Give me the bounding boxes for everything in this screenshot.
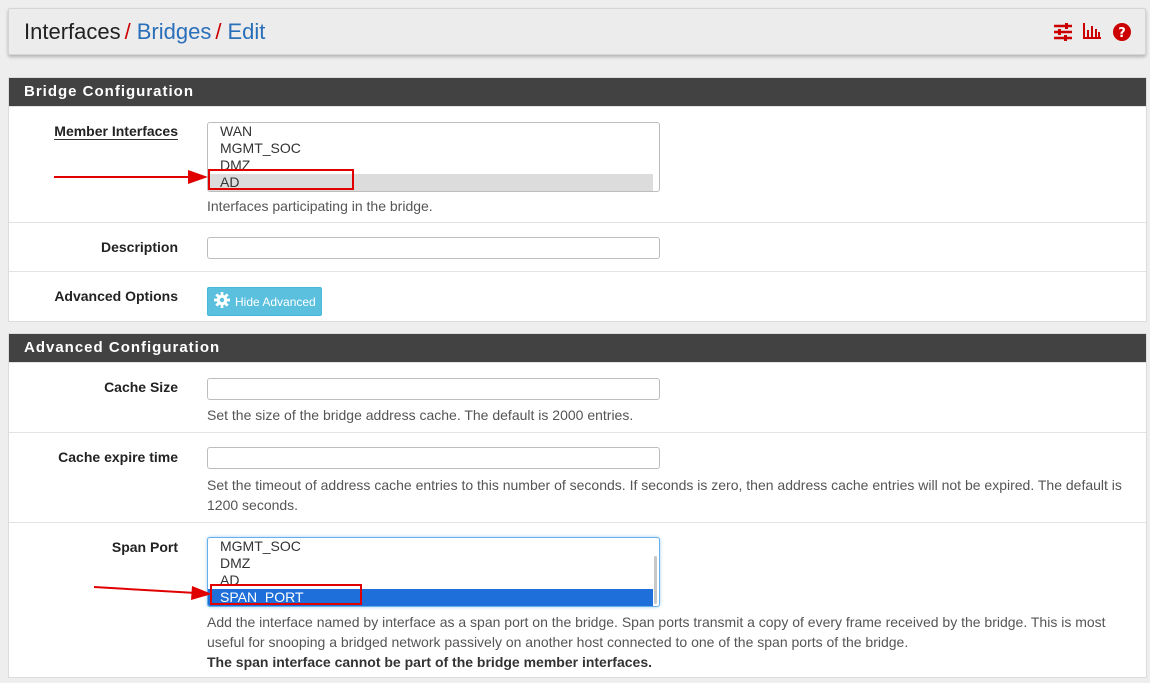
cache-expire-label: Cache expire time: [58, 449, 178, 465]
cache-size-input[interactable]: [207, 378, 660, 400]
annotation-arrow-icon: [54, 170, 208, 184]
advanced-configuration-panel: Advanced Configuration Cache Size Set th…: [8, 333, 1147, 678]
span-option-dmz[interactable]: DMZ: [208, 555, 659, 572]
span-port-row: Span Port MGMT_SOC DMZ AD SPAN_PORT Add …: [9, 522, 1146, 683]
breadcrumb-separator: /: [124, 19, 131, 44]
header-icons: ?: [1053, 23, 1133, 41]
advanced-options-label: Advanced Options: [54, 288, 178, 304]
description-label: Description: [100, 239, 178, 255]
gear-icon: [214, 292, 230, 311]
advanced-options-field: Hide Advanced: [207, 287, 322, 316]
advanced-options-row: Advanced Options Hide Advanced: [9, 271, 1146, 324]
member-option-mgmt-soc[interactable]: MGMT_SOC: [208, 140, 659, 157]
panel-title: Advanced Configuration: [9, 334, 1146, 362]
description-input[interactable]: [207, 237, 660, 259]
bridge-configuration-panel: Bridge Configuration Member Interfaces W…: [8, 77, 1147, 322]
span-port-scrollbar[interactable]: [654, 556, 657, 604]
annotation-highlight-box: [208, 169, 354, 190]
cache-size-row: Cache Size Set the size of the bridge ad…: [9, 362, 1146, 432]
annotation-highlight-box: [210, 584, 362, 605]
description-field: [207, 237, 660, 259]
breadcrumb: Interfaces / Bridges / Edit: [24, 19, 265, 45]
cache-size-help: Set the size of the bridge address cache…: [207, 407, 634, 423]
cache-expire-help: Set the timeout of address cache entries…: [207, 477, 1122, 513]
breadcrumb-separator: /: [215, 19, 222, 44]
span-option-mgmt-soc[interactable]: MGMT_SOC: [208, 538, 659, 555]
member-option-wan[interactable]: WAN: [208, 123, 659, 140]
help-icon[interactable]: ?: [1113, 23, 1133, 41]
cache-expire-input[interactable]: [207, 447, 660, 469]
svg-text:?: ?: [1118, 26, 1126, 41]
hide-advanced-button[interactable]: Hide Advanced: [207, 287, 322, 316]
member-interfaces-help: Interfaces participating in the bridge.: [207, 198, 433, 214]
bar-chart-icon[interactable]: [1083, 23, 1103, 41]
span-port-label: Span Port: [111, 539, 178, 555]
sliders-icon[interactable]: [1053, 23, 1073, 41]
cache-size-label: Cache Size: [104, 379, 178, 395]
breadcrumb-bridges-link[interactable]: Bridges: [137, 19, 212, 44]
breadcrumb-edit-link[interactable]: Edit: [227, 19, 265, 44]
cache-expire-row: Cache expire time Set the timeout of add…: [9, 432, 1146, 522]
annotation-arrow-icon: [93, 586, 212, 600]
breadcrumb-interfaces: Interfaces: [24, 19, 121, 44]
span-port-help: Add the interface named by interface as …: [207, 614, 1106, 650]
span-port-help-note: The span interface cannot be part of the…: [207, 654, 652, 670]
page-header: Interfaces / Bridges / Edit ?: [8, 8, 1146, 55]
panel-title: Bridge Configuration: [9, 78, 1146, 106]
cache-size-field: Set the size of the bridge address cache…: [207, 378, 660, 425]
hide-advanced-label: Hide Advanced: [235, 294, 316, 309]
cache-expire-field: Set the timeout of address cache entries…: [207, 447, 1132, 515]
description-row: Description: [9, 222, 1146, 271]
member-interfaces-row: Member Interfaces WAN MGMT_SOC DMZ AD In…: [9, 106, 1146, 222]
member-interfaces-label: Member Interfaces: [54, 123, 178, 140]
